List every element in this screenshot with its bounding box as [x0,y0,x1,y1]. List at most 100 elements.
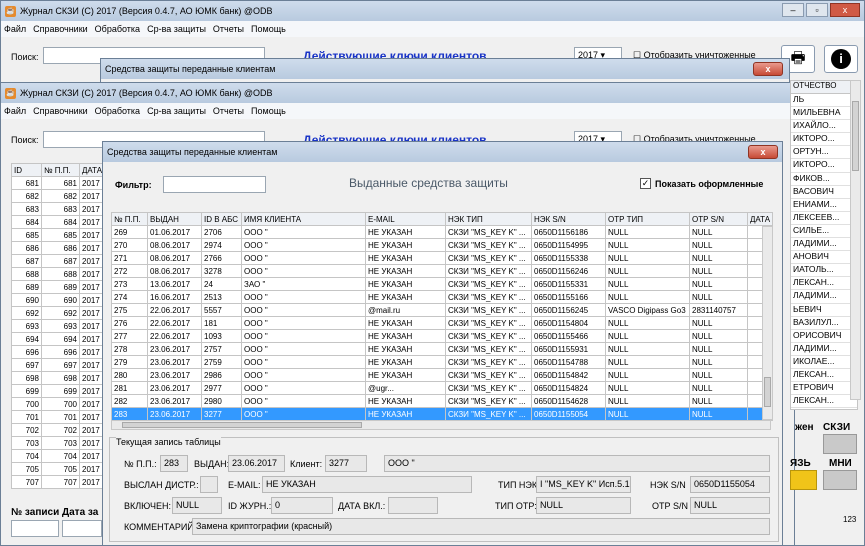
menu-processing[interactable]: Обработка [95,106,140,116]
table-row[interactable]: 271 08.06.2017 2766 ООО " НЕ УКАЗАН СКЗИ "MS_… [111,251,773,265]
menu-security-tools[interactable]: Ср-ва защиты [147,106,206,116]
list-item[interactable]: ЛАДИМИ... [791,343,857,356]
nek-type-field[interactable]: I "MS_KEY K" Исп.5.1.1 [536,476,631,493]
table-hscrollbar[interactable] [111,420,771,430]
menu-directories[interactable]: Справочники [33,106,88,116]
menu-help[interactable]: Помощь [251,24,286,34]
list-item[interactable]: ЕНИАМИ... [791,199,857,212]
list-item[interactable]: ОРИСОВИЧ [791,330,857,343]
menu-directories[interactable]: Справочники [33,24,88,34]
column-header[interactable]: № П.П. [111,212,148,226]
list-item[interactable]: МИЛЬЕВНА [791,107,857,121]
table-row[interactable]: 283 23.06.2017 3277 ООО " НЕ УКАЗАН СКЗИ "MS_… [111,407,773,421]
enabled-field[interactable]: NULL [172,497,222,514]
col-id[interactable]: ID [11,163,42,177]
filter-input[interactable] [163,176,266,193]
col-pp[interactable]: № П.П. [41,163,80,177]
menu-file[interactable]: Файл [4,106,26,116]
table-row[interactable]: 282 23.06.2017 2980 ООО " НЕ УКАЗАН СКЗИ "MS_… [111,394,773,408]
table-row[interactable]: 273 13.06.2017 24 ЗАО " НЕ УКАЗАН СКЗИ "MS_KE… [111,277,773,291]
table-row[interactable]: 690 690 2017 [11,293,104,307]
patronymic-header[interactable]: ОТЧЕСТВО [791,81,857,94]
table-row[interactable]: 703 703 2017 [11,436,104,450]
show-processed-checkbox[interactable]: ✓ [640,178,651,189]
table-row[interactable]: 688 688 2017 [11,267,104,281]
list-item[interactable]: ЛЕКСАН... [791,277,857,291]
list-item[interactable]: СИЛЬЕ... [791,225,857,239]
issued-field[interactable]: 23.06.2017 [228,455,285,472]
column-header[interactable]: E-MAIL [365,212,446,226]
issued-tools-table[interactable]: № П.П. ВЫДАН ID В АБС ИМЯ КЛИЕНТА E-MAIL НЭК … [111,212,773,421]
column-header[interactable]: ВЫДАН [147,212,202,226]
email-field[interactable]: НЕ УКАЗАН [262,476,472,493]
table-row[interactable]: 279 23.06.2017 2759 ООО " НЕ УКАЗАН СКЗИ "MS_… [111,355,773,369]
table-row[interactable]: 700 700 2017 [11,397,104,411]
table-row[interactable]: 701 701 2017 [11,410,104,424]
column-header[interactable]: ДАТА [747,212,773,226]
list-item[interactable]: ИКТОРО... [791,159,857,173]
list-item[interactable]: ЕТРОВИЧ [791,382,857,396]
col-date[interactable]: ДАТА [79,163,104,177]
list-item[interactable]: ОРТУН... [791,146,857,160]
info-icon[interactable]: i [824,45,858,73]
main-close-button[interactable]: x [830,3,860,17]
journal-table[interactable]: ID № П.П. ДАТА 681 681 2017 682 682 2017 683 68… [11,163,104,489]
table-row[interactable]: 685 685 2017 [11,228,104,242]
table-row[interactable]: 684 684 2017 [11,215,104,229]
table-row[interactable]: 277 22.06.2017 1093 ООО " НЕ УКАЗАН СКЗИ "MS_… [111,329,773,343]
table-row[interactable]: 270 08.06.2017 2974 ООО " НЕ УКАЗАН СКЗИ "MS_… [111,238,773,252]
journal-id-field[interactable]: 0 [271,497,333,514]
table-row[interactable]: 689 689 2017 [11,280,104,294]
sent-field[interactable] [200,476,218,493]
nek-sn-field[interactable]: 0650D1155054 [690,476,770,493]
table-row[interactable]: 272 08.06.2017 3278 ООО " НЕ УКАЗАН СКЗИ "MS_… [111,264,773,278]
list-item[interactable]: ЛЕКСЕЕВ... [791,212,857,225]
table-row[interactable]: 683 683 2017 [11,202,104,216]
list-item[interactable]: ФИКОВ... [791,173,857,186]
maximize-button[interactable]: ▫ [806,3,828,17]
table-row[interactable]: 705 705 2017 [11,462,104,476]
list-item[interactable]: ЛЕКСАН... [791,395,857,409]
table-scrollbar[interactable] [762,226,773,420]
list-item[interactable]: ЬЕВИЧ [791,304,857,317]
menu-reports[interactable]: Отчеты [213,24,244,34]
table-row[interactable]: 704 704 2017 [11,449,104,463]
table-row[interactable]: 692 692 2017 [11,306,104,320]
menu-security-tools[interactable]: Ср-ва защиты [147,24,206,34]
table-row[interactable]: 276 22.06.2017 181 ООО " НЕ УКАЗАН СКЗИ "MS_K… [111,316,773,330]
enable-date-field[interactable] [388,497,438,514]
table-row[interactable]: 269 01.06.2017 2706 ООО " НЕ УКАЗАН СКЗИ "MS_… [111,225,773,239]
table-row[interactable]: 686 686 2017 [11,241,104,255]
status-box-gray[interactable] [823,434,857,454]
column-header[interactable]: ИМЯ КЛИЕНТА [241,212,366,226]
record-number-field[interactable] [11,520,59,537]
column-header[interactable]: НЭК S/N [531,212,606,226]
list-item[interactable]: ЛАДИМИ... [791,238,857,252]
table-row[interactable]: 697 697 2017 [11,358,104,372]
list-item[interactable]: ИКТОРО... [791,133,857,147]
status-box-gray-2[interactable] [823,470,857,490]
client-id-field[interactable]: 3277 [325,455,367,472]
back-dialog-close-button[interactable]: x [753,62,783,76]
status-box-yellow[interactable] [790,470,817,490]
pp-field[interactable]: 283 [160,455,188,472]
list-item[interactable]: ЛАДИМИ... [791,290,857,304]
patronymic-scrollbar[interactable] [850,80,861,400]
table-row[interactable]: 682 682 2017 [11,189,104,203]
table-row[interactable]: 707 707 2017 [11,475,104,489]
table-row[interactable]: 687 687 2017 [11,254,104,268]
column-header[interactable]: ID В АБС [201,212,242,226]
table-row[interactable]: 681 681 2017 [11,176,104,190]
table-row[interactable]: 694 694 2017 [11,332,104,346]
table-row[interactable]: 278 23.06.2017 2757 ООО " НЕ УКАЗАН СКЗИ "MS_… [111,342,773,356]
list-item[interactable]: ИХАЙЛО... [791,120,857,134]
minimize-button[interactable]: – [782,3,804,17]
table-row[interactable]: 699 699 2017 [11,384,104,398]
list-item[interactable]: ЛЕКСАН... [791,369,857,383]
client-name-field[interactable]: ООО " [384,455,770,472]
dialog-close-button[interactable]: x [748,145,778,159]
menu-help[interactable]: Помощь [251,106,286,116]
comment-field[interactable]: Замена криптографии (красный) [192,518,770,535]
list-item[interactable]: ВАЗИЛУЛ... [791,317,857,330]
table-row[interactable]: 274 16.06.2017 2513 ООО " НЕ УКАЗАН СКЗИ "MS_… [111,290,773,304]
